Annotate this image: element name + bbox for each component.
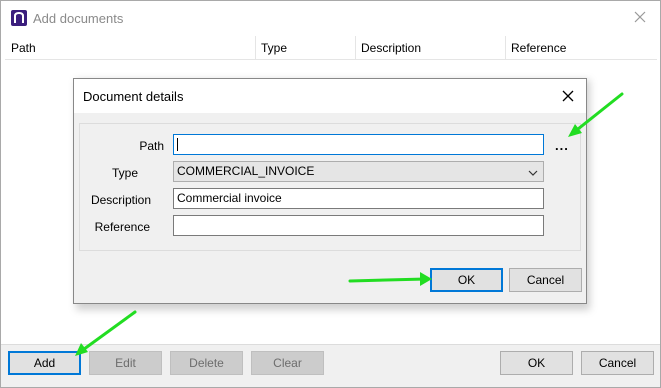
title-bar: Add documents	[1, 1, 660, 35]
cancel-button[interactable]: Cancel	[581, 351, 654, 375]
dialog-title-bar: Document details	[74, 79, 586, 113]
app-icon	[11, 10, 27, 26]
type-select[interactable]: COMMERCIAL_INVOICE	[173, 161, 544, 182]
delete-button[interactable]: Delete	[170, 351, 243, 375]
documents-grid-header: Path Type Description Reference	[5, 36, 657, 60]
description-label: Description	[90, 193, 151, 207]
chevron-down-icon	[527, 166, 539, 178]
browse-button[interactable]: ...	[555, 138, 569, 153]
dialog-title: Document details	[83, 89, 184, 104]
column-separator	[255, 36, 256, 60]
column-separator	[505, 36, 506, 60]
add-button[interactable]: Add	[8, 351, 81, 375]
bottom-button-bar: Add Edit Delete Clear OK Cancel	[1, 344, 660, 387]
column-header-reference[interactable]: Reference	[511, 41, 566, 55]
description-field[interactable]: Commercial invoice	[173, 188, 544, 209]
close-icon[interactable]	[558, 86, 578, 106]
text-caret	[177, 138, 178, 152]
window-title: Add documents	[33, 11, 124, 26]
ok-button[interactable]: OK	[500, 351, 573, 375]
dialog-cancel-button[interactable]: Cancel	[509, 268, 582, 292]
dialog-body: Path ... Type COMMERCIAL_INVOICE Descrip…	[74, 113, 586, 303]
column-header-description[interactable]: Description	[361, 41, 421, 55]
path-label: Path	[139, 139, 164, 153]
document-details-dialog: Document details Path ... Type COMMERCIA…	[73, 78, 587, 304]
path-field[interactable]	[173, 134, 544, 155]
close-icon[interactable]	[630, 7, 650, 27]
column-header-path[interactable]: Path	[11, 41, 36, 55]
clear-button[interactable]: Clear	[251, 351, 324, 375]
dialog-ok-button[interactable]: OK	[430, 268, 503, 292]
column-header-type[interactable]: Type	[261, 41, 287, 55]
reference-label: Reference	[94, 220, 150, 234]
edit-button[interactable]: Edit	[89, 351, 162, 375]
type-select-value: COMMERCIAL_INVOICE	[177, 164, 315, 178]
type-label: Type	[111, 166, 138, 180]
reference-field[interactable]	[173, 215, 544, 236]
column-separator	[355, 36, 356, 60]
